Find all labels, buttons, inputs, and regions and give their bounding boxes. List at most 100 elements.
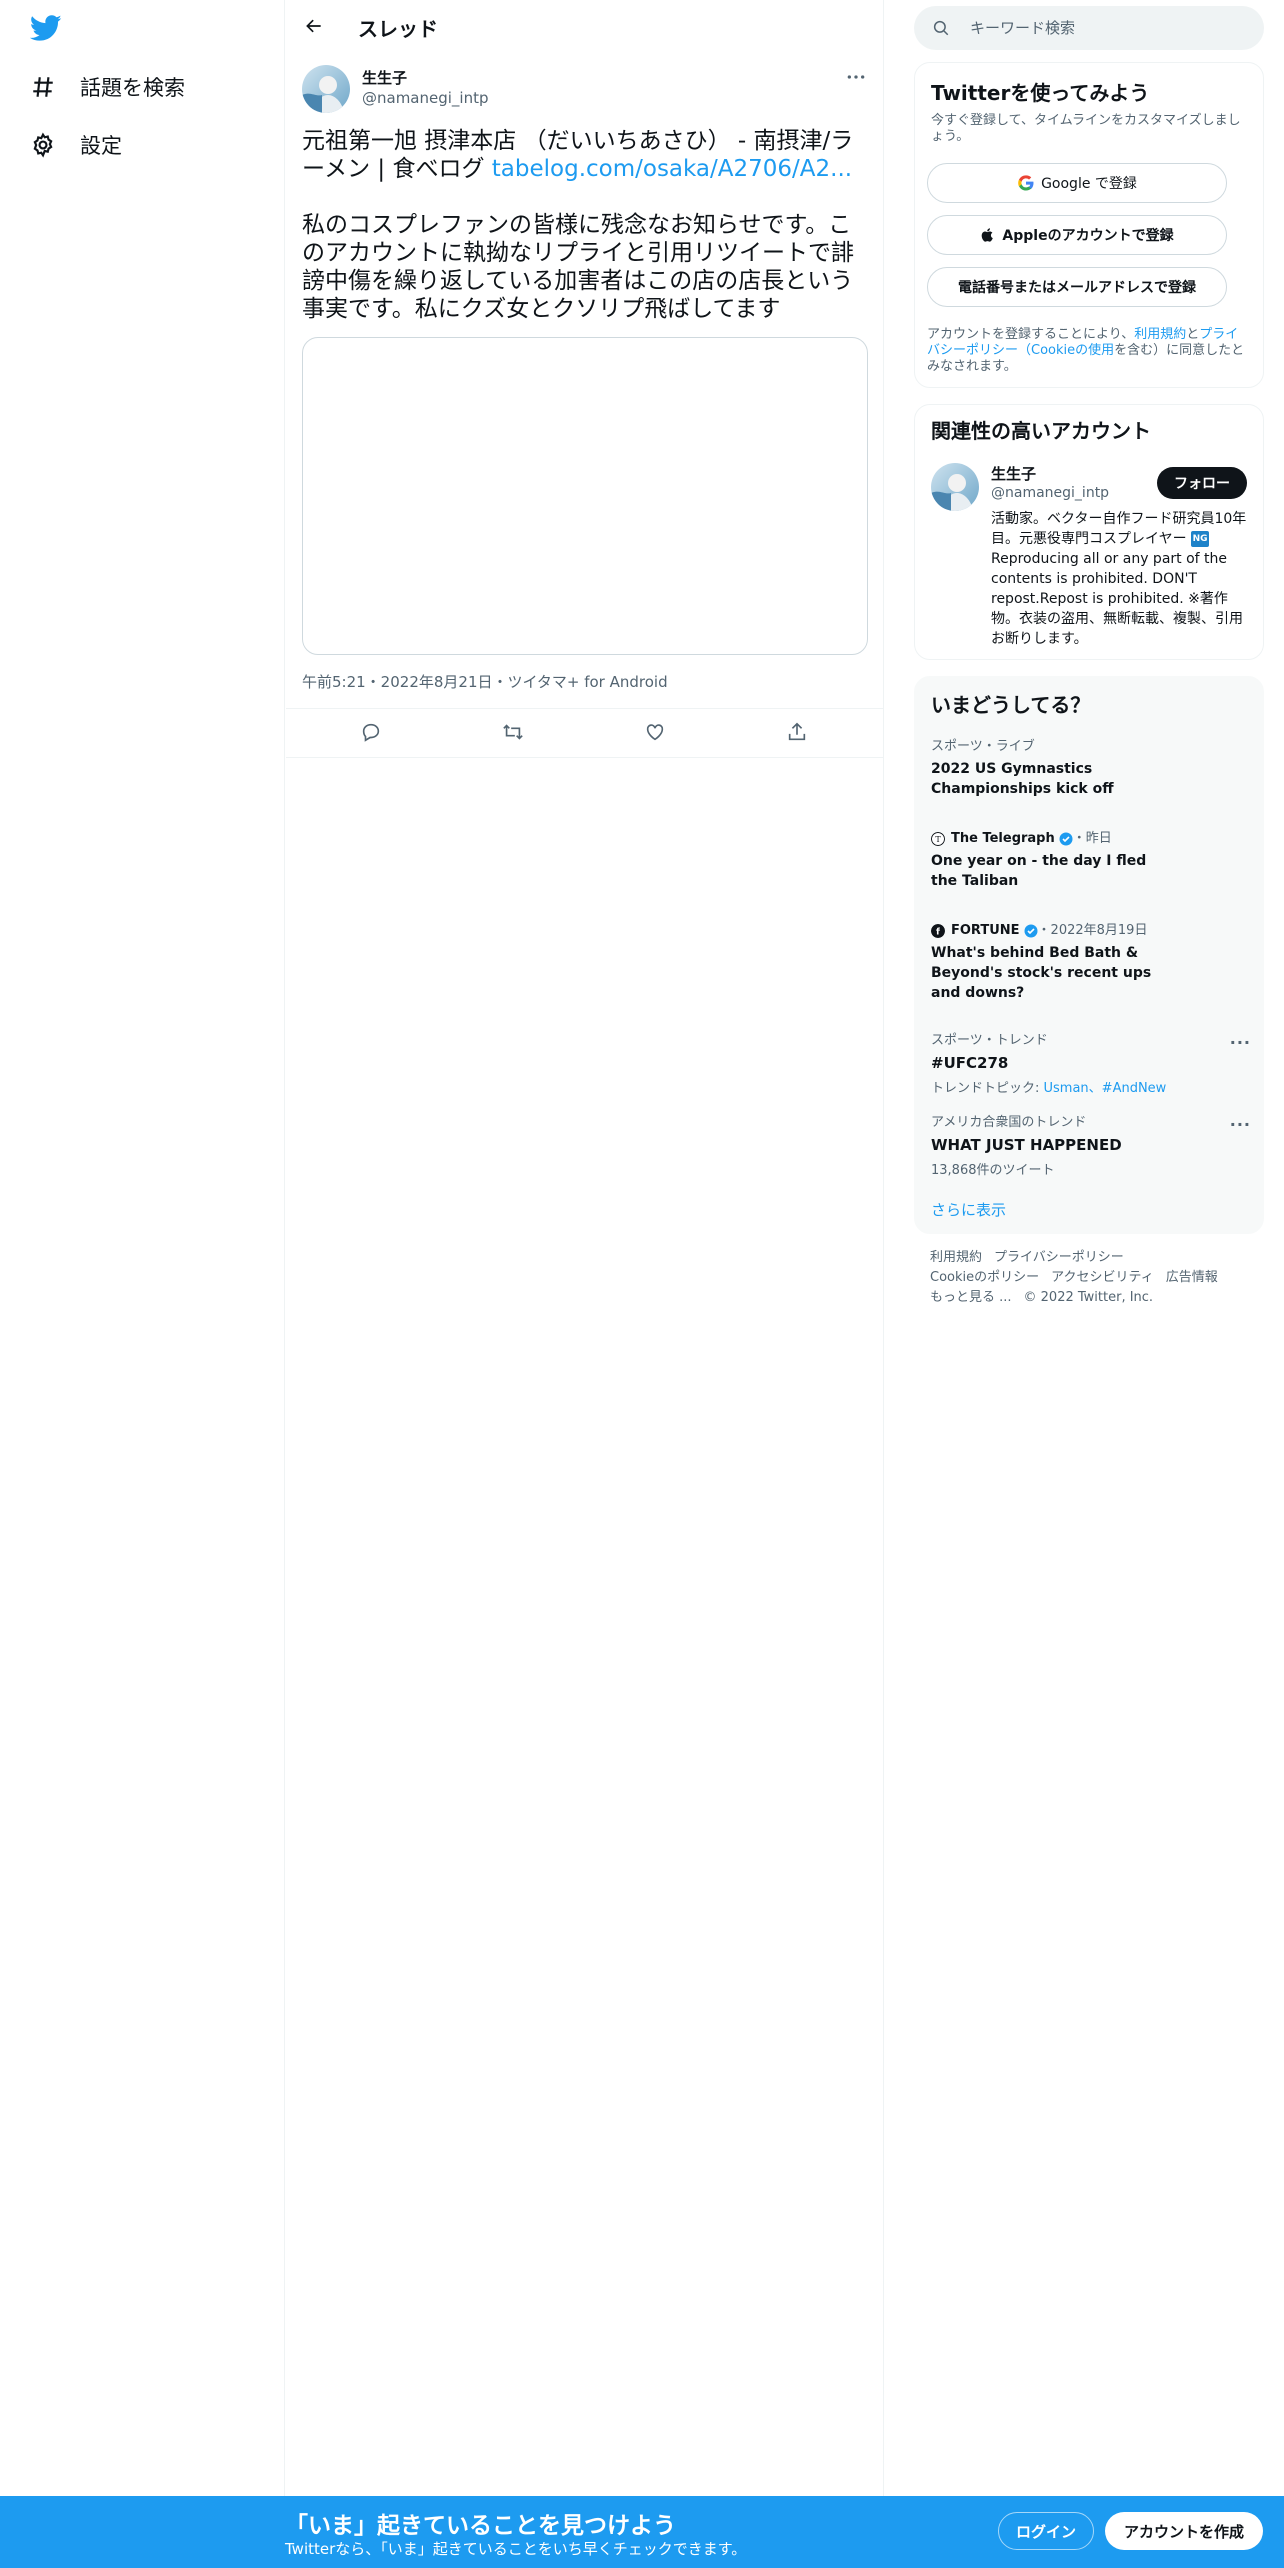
related-accounts-card: 関連性の高いアカウント 生生子 @namanegi_intp フォロー 活動家。… bbox=[914, 404, 1264, 660]
footer-link[interactable]: Cookieのポリシー bbox=[930, 1270, 1039, 1285]
trend-more-button[interactable]: ··· bbox=[1230, 1115, 1251, 1134]
trend-item[interactable]: スポーツ・トレンド #UFC278 トレンドトピック: Usman、#AndNe… bbox=[931, 1033, 1251, 1096]
apple-signup-button[interactable]: Appleのアカウントで登録 bbox=[927, 215, 1227, 255]
trend-item[interactable]: スポーツ・ライブ 2022 US Gymnastics Championship… bbox=[931, 739, 1251, 799]
trend-more-button[interactable]: ··· bbox=[1230, 1033, 1251, 1052]
tweet-action-bar bbox=[286, 708, 884, 758]
main-column: スレッド 生生子 @namanegi_intp 元祖第一旭 摂津本店 （だいいち… bbox=[286, 0, 884, 2568]
gear-icon bbox=[33, 132, 53, 158]
retweet-button[interactable] bbox=[502, 721, 528, 747]
related-account-handle[interactable]: @namanegi_intp bbox=[991, 485, 1109, 501]
legal-text: アカウントを登録することにより、 bbox=[927, 327, 1135, 342]
trend-title: One year on - the day I fled the Taliban bbox=[931, 853, 1147, 889]
footer-links: 利用規約 プライバシーポリシー Cookieのポリシー アクセシビリティ 広告情報 も… bbox=[930, 1248, 1250, 1308]
like-icon bbox=[646, 724, 664, 741]
more-dots-icon bbox=[847, 75, 865, 79]
bio-text-rest: Reproducing all or any part of the conte… bbox=[991, 551, 1243, 647]
trends-card: いまどうしてる？ スポーツ・ライブ 2022 US Gymnastics Cha… bbox=[914, 676, 1264, 1234]
share-button[interactable] bbox=[786, 721, 812, 747]
footer-link[interactable]: 広告情報 bbox=[1166, 1270, 1218, 1285]
page-title: スレッド bbox=[358, 17, 438, 41]
search-box[interactable] bbox=[914, 6, 1264, 50]
signup-banner: 「いま」起きていることを見つけよう Twitterなら、「いま」起きていることを… bbox=[0, 2496, 1284, 2568]
nav-item-label: 設定 bbox=[80, 134, 122, 158]
trend-context: スポーツ・ライブ bbox=[931, 739, 1035, 754]
media-card[interactable] bbox=[302, 337, 868, 655]
trend-item[interactable]: f FORTUNE ・2022年8月19日 What's behind Bed … bbox=[931, 923, 1251, 1003]
trend-context: f FORTUNE ・2022年8月19日 bbox=[931, 923, 1251, 939]
retweet-icon bbox=[503, 724, 523, 740]
tweet-text: 元祖第一旭 摂津本店 （だいいちあさひ） - 南摂津/ラーメン | 食べログ t… bbox=[302, 127, 868, 323]
related-account-name[interactable]: 生生子 bbox=[991, 463, 1036, 484]
google-signup-label: Google で登録 bbox=[1041, 176, 1137, 192]
footer-link[interactable]: アクセシビリティ bbox=[1051, 1270, 1154, 1285]
trend-title: WHAT JUST HAPPENED bbox=[931, 1136, 1122, 1154]
legal-and: と bbox=[1186, 327, 1200, 342]
follow-button[interactable]: フォロー bbox=[1157, 467, 1247, 499]
trend-tweet-count: 13,868件のツイート bbox=[931, 1163, 1055, 1178]
nav-item-explore[interactable]: 話題を検索 bbox=[30, 67, 185, 107]
reply-button[interactable] bbox=[360, 721, 386, 747]
search-input[interactable] bbox=[970, 6, 1250, 50]
signup-subtitle: 今すぐ登録して、タイムラインをカスタマイズしましょう。 bbox=[931, 113, 1241, 144]
google-signup-button[interactable]: Google で登録 bbox=[927, 163, 1227, 203]
fortune-logo-icon: f bbox=[931, 924, 945, 938]
hashtag-icon bbox=[33, 77, 53, 97]
news-source: FORTUNE bbox=[951, 923, 1020, 938]
search-icon bbox=[933, 20, 949, 36]
arrow-left-icon bbox=[306, 19, 321, 33]
left-sidebar: 話題を検索 設定 bbox=[0, 0, 285, 2568]
news-time: ・昨日 bbox=[1072, 831, 1112, 846]
phone-email-signup-label: 電話番号またはメールアドレスで登録 bbox=[958, 280, 1196, 296]
footer-link[interactable]: 利用規約 bbox=[930, 1250, 982, 1265]
trend-subtext: トレンドトピック: Usman、#AndNew bbox=[931, 1077, 1251, 1096]
related-title: 関連性の高いアカウント bbox=[931, 419, 1151, 443]
trend-topic-label: トレンドトピック: bbox=[931, 1081, 1044, 1096]
terms-link[interactable]: 利用規約 bbox=[1134, 327, 1186, 342]
trend-title: #UFC278 bbox=[931, 1054, 1009, 1072]
avatar[interactable] bbox=[302, 65, 350, 113]
back-button[interactable] bbox=[296, 8, 332, 44]
trend-item[interactable]: アメリカ合衆国のトレンド WHAT JUST HAPPENED 13,868件の… bbox=[931, 1115, 1251, 1178]
copyright: © 2022 Twitter, Inc. bbox=[1023, 1290, 1154, 1305]
trend-context: アメリカ合衆国のトレンド bbox=[931, 1115, 1087, 1130]
verified-badge-icon bbox=[1024, 924, 1038, 938]
trend-item[interactable]: T The Telegraph ・昨日 One year on - the da… bbox=[931, 831, 1251, 891]
share-icon bbox=[788, 722, 806, 741]
ng-badge-icon: NG bbox=[1191, 531, 1210, 547]
trends-title: いまどうしてる？ bbox=[931, 693, 1091, 717]
svg-text:T: T bbox=[935, 835, 941, 844]
footer-link[interactable]: プライバシーポリシー bbox=[994, 1250, 1124, 1265]
login-button[interactable]: ログイン bbox=[998, 2512, 1094, 2550]
trend-context: スポーツ・トレンド bbox=[931, 1033, 1048, 1048]
related-account-bio: 活動家。ベクター自作フード研究員10年目。元悪役専門コスプレイヤー NG Rep… bbox=[991, 509, 1253, 649]
create-account-button[interactable]: アカウントを作成 bbox=[1105, 2512, 1263, 2550]
signup-legal-text: アカウントを登録することにより、利用規約とプライバシーポリシー（Cookieの使… bbox=[927, 327, 1249, 375]
author-name[interactable]: 生生子 bbox=[362, 67, 407, 88]
apple-signup-label: Appleのアカウントで登録 bbox=[1002, 228, 1174, 244]
news-source: The Telegraph bbox=[951, 831, 1055, 846]
author-handle[interactable]: @namanegi_intp bbox=[362, 89, 489, 107]
banner-title: 「いま」起きていることを見つけよう bbox=[285, 2513, 676, 2539]
tweet-link[interactable]: tabelog.com/osaka/A2706/A2... bbox=[492, 156, 852, 182]
trend-title: What's behind Bed Bath & Beyond's stock'… bbox=[931, 945, 1152, 1001]
apple-logo-icon bbox=[982, 228, 994, 242]
footer-link[interactable]: もっと見る ... bbox=[930, 1290, 1012, 1305]
thread-header: スレッド bbox=[286, 0, 884, 53]
trend-title: 2022 US Gymnastics Championships kick of… bbox=[931, 761, 1114, 797]
telegraph-logo-icon: T bbox=[931, 832, 945, 846]
news-time: ・2022年8月19日 bbox=[1037, 923, 1148, 938]
more-options-button[interactable] bbox=[844, 67, 868, 87]
avatar[interactable] bbox=[931, 463, 979, 511]
trend-topic-links[interactable]: Usman、#AndNew bbox=[1044, 1081, 1167, 1096]
twitter-bird-icon[interactable] bbox=[29, 12, 66, 48]
phone-email-signup-button[interactable]: 電話番号またはメールアドレスで登録 bbox=[927, 267, 1227, 307]
tweet-timestamp[interactable]: 午前5:21・2022年8月21日・ツイタマ+ for Android bbox=[302, 671, 668, 692]
signup-title: Twitterを使ってみよう bbox=[931, 81, 1150, 105]
nav-item-settings[interactable]: 設定 bbox=[30, 125, 122, 165]
nav-item-label: 話題を検索 bbox=[80, 76, 185, 100]
trend-context: T The Telegraph ・昨日 bbox=[931, 831, 1251, 847]
like-button[interactable] bbox=[644, 721, 670, 747]
show-more-link[interactable]: さらに表示 bbox=[931, 1199, 1006, 1220]
banner-subtitle: Twitterなら、「いま」起きていることをいち早くチェックできます。 bbox=[285, 2540, 747, 2558]
